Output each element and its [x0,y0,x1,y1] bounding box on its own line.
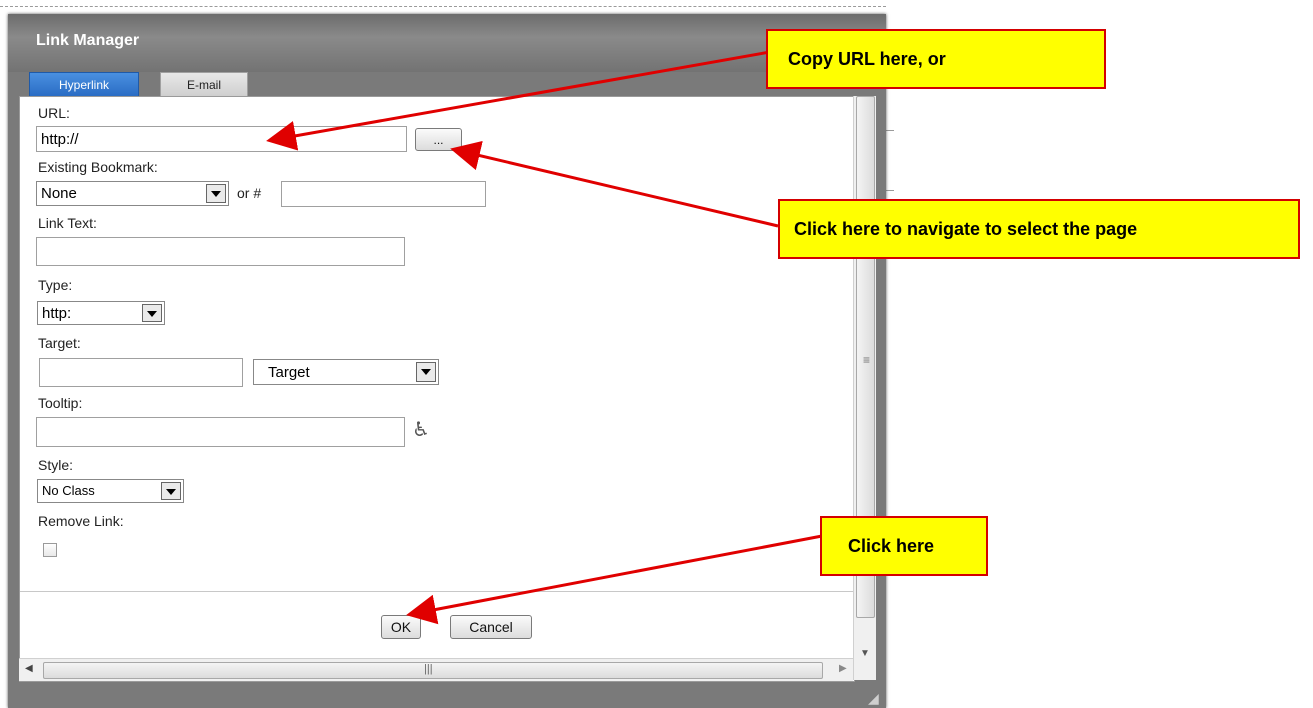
arrow-to-browse [450,140,779,228]
annotation-arrows [266,50,823,625]
arrow-to-url [266,50,771,151]
callout-browse-text: Click here to navigate to select the pag… [794,219,1138,239]
arrow-to-ok [406,534,823,625]
callout-copy-url: Copy URL here, or [766,29,1106,89]
callout-ok: Click here [820,516,988,576]
callout-copy-url-text: Copy URL here, or [788,49,946,69]
callout-ok-text: Click here [848,536,935,556]
callout-browse: Click here to navigate to select the pag… [778,199,1300,259]
